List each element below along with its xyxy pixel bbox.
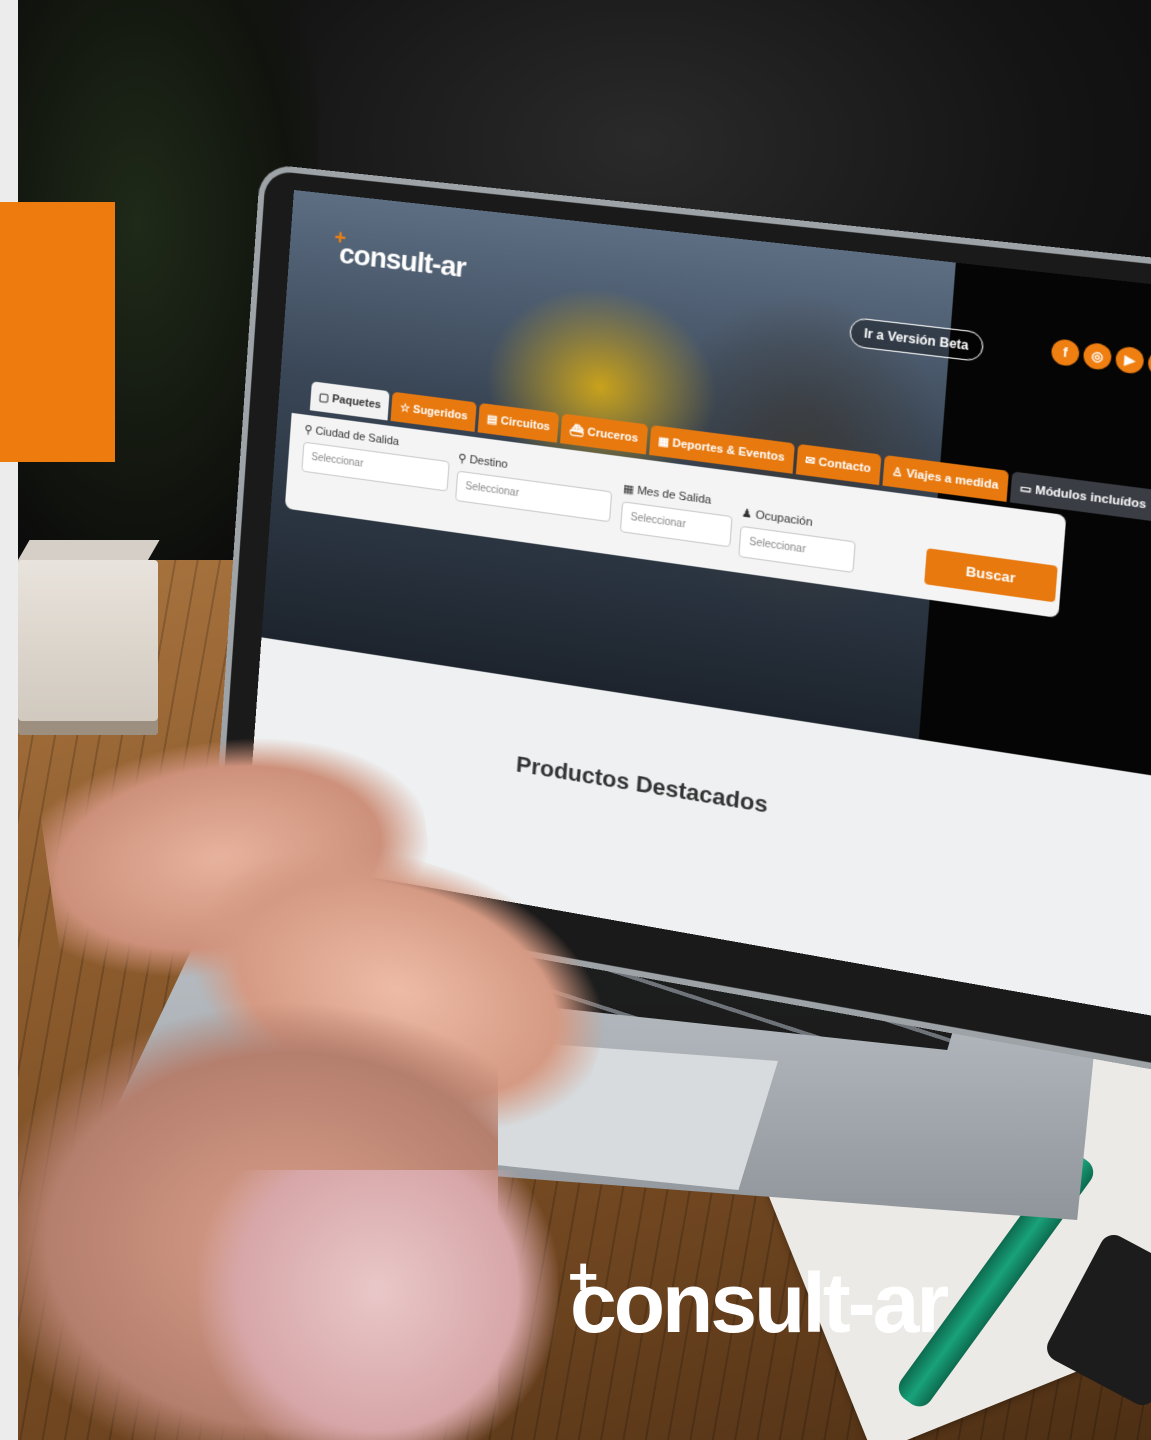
youtube-icon[interactable]: ▶	[1114, 345, 1145, 375]
tab-label: Deportes & Eventos	[671, 437, 786, 465]
brand-logo: + consult-ar	[568, 1248, 949, 1352]
facebook-icon[interactable]: f	[1050, 338, 1081, 368]
orange-accent-block	[0, 202, 115, 462]
tab-label: Cruceros	[586, 426, 639, 446]
tab-label: Sugeridos	[412, 403, 468, 423]
plus-icon: +	[333, 226, 346, 251]
laptop-icon: ▭	[1019, 482, 1036, 497]
occupancy-label-text: Ocupación	[754, 508, 813, 530]
tab-label: Viajes a medida	[905, 467, 999, 493]
linkedin-icon[interactable]: in	[1147, 349, 1151, 379]
map-icon: ▤	[486, 413, 502, 428]
origin-field: ⚲ Ciudad de Salida Seleccionar	[301, 423, 451, 492]
tab-label: Contacto	[818, 456, 872, 476]
tab-label: Módulos incluídos	[1034, 484, 1147, 512]
featured-title: Productos Destacados	[515, 750, 769, 818]
destination-label-text: Destino	[469, 453, 509, 472]
destination-field: ⚲ Destino Seleccionar	[455, 451, 614, 523]
person-icon: ♟	[741, 507, 756, 522]
instagram-icon[interactable]: ◎	[1082, 341, 1113, 371]
plus-icon: +	[568, 1248, 598, 1306]
calendar-icon: ▦	[657, 435, 673, 450]
mail-icon: ✉	[804, 454, 820, 469]
month-select[interactable]: Seleccionar	[619, 501, 733, 548]
month-field: ▦ Mes de Salida Seleccionar	[619, 482, 734, 548]
tab-label: Paquetes	[331, 393, 382, 412]
month-label-text: Mes de Salida	[636, 484, 712, 507]
ship-icon: ⛴	[569, 423, 588, 439]
tab-label: Circuitos	[500, 414, 551, 434]
background-photo: + consult-ar Ir a Versión Beta f ◎ ▶ in …	[18, 0, 1151, 1440]
brand-logo-text: consult-ar	[570, 1256, 949, 1350]
occupancy-field: ♟ Ocupación Seleccionar	[738, 506, 857, 574]
sleeve	[198, 1170, 558, 1440]
book	[18, 560, 158, 735]
search-button[interactable]: Buscar	[924, 548, 1058, 603]
